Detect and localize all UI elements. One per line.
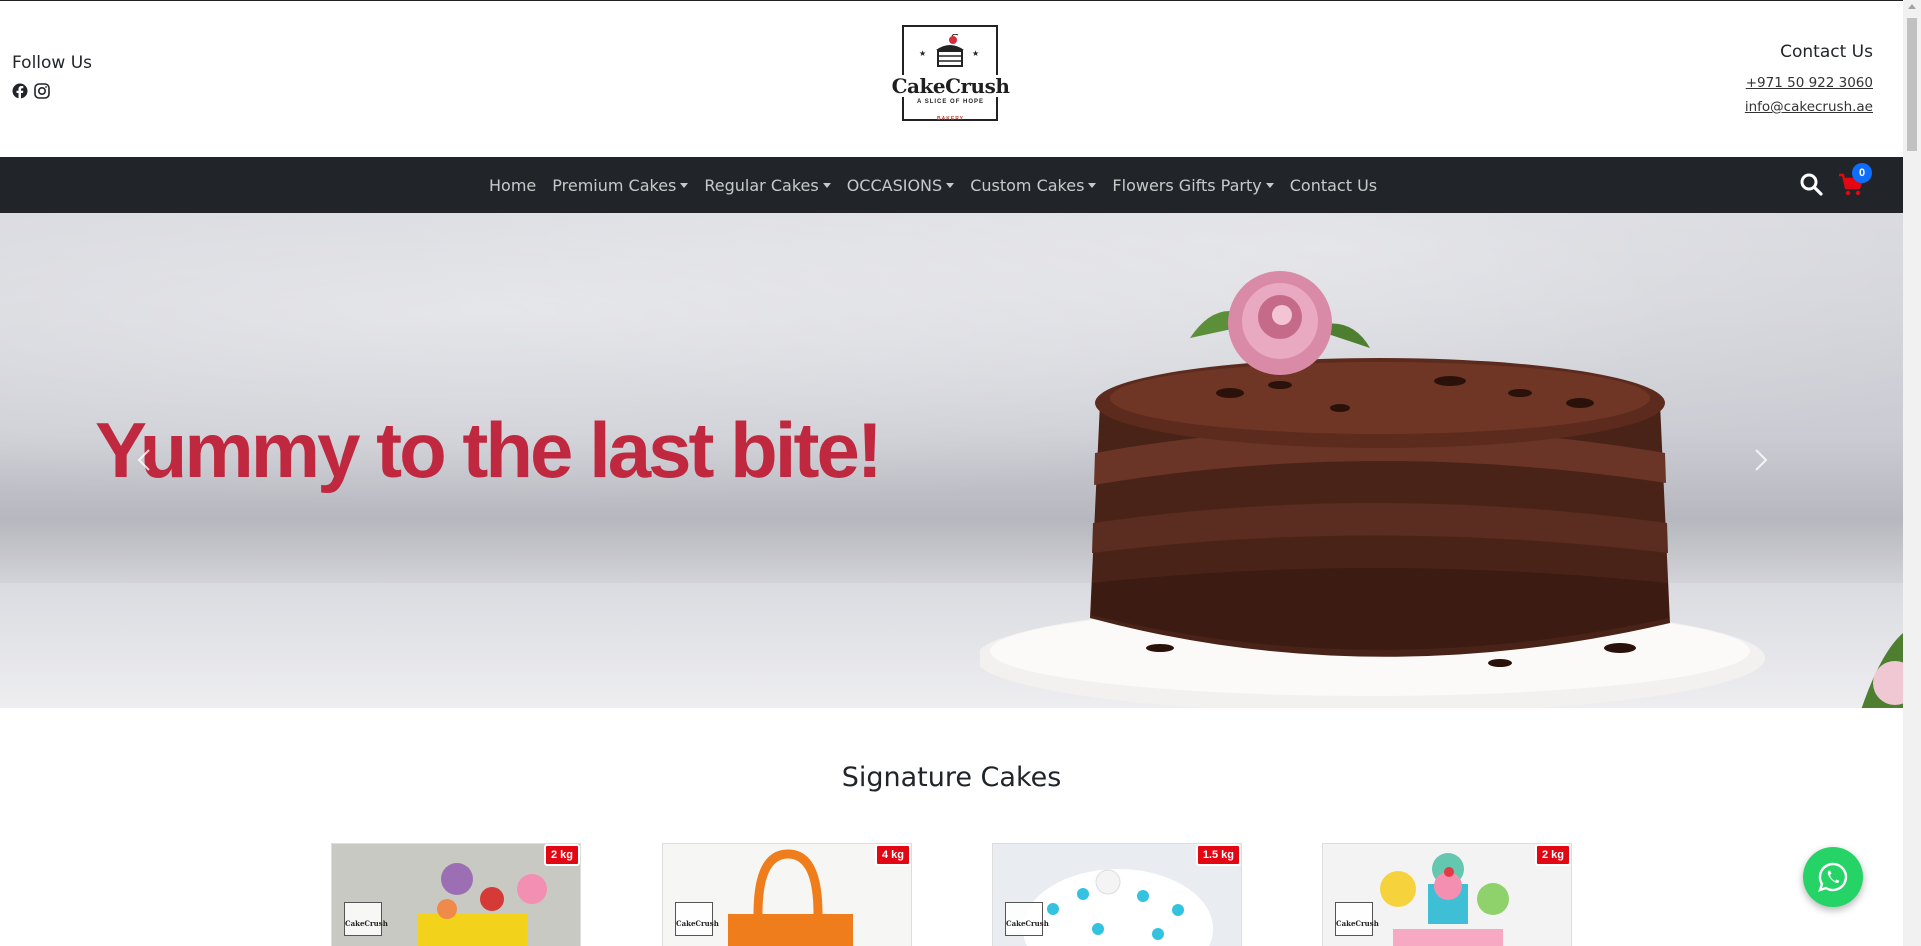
follow-us-title: Follow Us (12, 53, 93, 73)
svg-text:★: ★ (919, 49, 926, 58)
card-logo-text: CakeCrush (345, 919, 388, 928)
product-card[interactable]: CakeCrush 2 kg (1322, 843, 1572, 946)
nav-item-occasions[interactable]: OCCASIONS (839, 176, 962, 195)
caret-down-icon (1265, 182, 1274, 188)
phone-link[interactable]: +971 50 922 3060 (1745, 75, 1873, 91)
logo-tagline: A SLICE OF HOPE (916, 99, 985, 105)
nav-label: Contact Us (1289, 175, 1378, 195)
cakecrush-logo[interactable]: ★ ★ CakeCrush A SLICE OF HOPE BAKERY (886, 24, 1015, 122)
product-card[interactable]: CakeCrush 1.5 kg (992, 843, 1242, 946)
nav-label: Flowers Gifts Party (1112, 175, 1262, 195)
nav-label: Regular Cakes (704, 175, 819, 195)
product-card[interactable]: CakeCrush 4 kg (662, 843, 912, 946)
weight-badge: 4 kg (874, 844, 911, 866)
nav-menu: Home Premium Cakes Regular Cakes OCCASIO… (481, 157, 1385, 213)
cake-logo-icon: ★ ★ (919, 34, 979, 67)
social-links (12, 83, 92, 99)
card-logo: CakeCrush (344, 902, 388, 936)
card-logo-text: CakeCrush (1336, 919, 1379, 928)
caret-down-icon (1088, 182, 1097, 188)
cart-button[interactable]: 0 (1837, 163, 1872, 198)
hero-carousel: Yummy to the last bite! (0, 213, 1903, 708)
nav-label: Custom Cakes (970, 175, 1085, 195)
top-header: Follow Us ★ ★ CakeCrush A SLICE OF HOPE … (0, 0, 1903, 157)
follow-us: Follow Us (12, 53, 92, 99)
hero-headline: Yummy to the last bite! (95, 406, 883, 494)
card-logo: CakeCrush (675, 902, 719, 936)
signature-cakes-title: Signature Cakes (841, 762, 1062, 793)
nav-item-home[interactable]: Home (481, 176, 544, 195)
page-scrollbar[interactable] (1903, 0, 1921, 946)
facebook-icon[interactable] (12, 83, 28, 99)
weight-badge: 2 kg (1534, 844, 1571, 866)
whatsapp-button[interactable] (1803, 847, 1863, 907)
product-card[interactable]: CakeCrush 2 kg (331, 843, 581, 946)
caret-down-icon (946, 182, 955, 188)
caret-down-icon (680, 182, 689, 188)
nav-label: OCCASIONS (846, 175, 943, 195)
nav-label: Premium Cakes (552, 175, 677, 195)
nav-item-custom-cakes[interactable]: Custom Cakes (962, 176, 1104, 195)
card-logo: CakeCrush (1005, 902, 1049, 936)
nav-item-premium-cakes[interactable]: Premium Cakes (544, 176, 696, 195)
contact-block: Contact Us +971 50 922 3060 info@cakecru… (1745, 42, 1873, 123)
caret-down-icon (822, 182, 831, 188)
scroll-thumb[interactable] (1907, 18, 1917, 151)
whatsapp-icon (1818, 862, 1848, 892)
email-link[interactable]: info@cakecrush.ae (1745, 99, 1873, 115)
svg-text:★: ★ (972, 49, 979, 58)
carousel-next-button[interactable] (1745, 445, 1775, 475)
contact-title: Contact Us (1780, 42, 1873, 62)
cart-count-badge: 0 (1852, 163, 1872, 183)
nav-actions: 0 (1799, 163, 1872, 198)
chevron-right-icon (1755, 449, 1768, 471)
logo-subtitle: BAKERY (937, 116, 964, 122)
weight-badge: 1.5 kg (1195, 844, 1241, 866)
nav-item-contact-us[interactable]: Contact Us (1282, 176, 1385, 195)
search-icon[interactable] (1799, 172, 1823, 196)
chevron-left-icon (137, 449, 150, 471)
logo-name: CakeCrush (886, 75, 1015, 97)
scroll-up-arrow-icon[interactable] (1908, 4, 1916, 9)
card-logo: CakeCrush (1335, 902, 1379, 936)
card-logo-text: CakeCrush (1006, 919, 1049, 928)
weight-badge: 2 kg (543, 844, 580, 866)
instagram-icon[interactable] (34, 83, 50, 99)
carousel-prev-button[interactable] (130, 445, 160, 475)
nav-item-flowers-gifts-party[interactable]: Flowers Gifts Party (1104, 176, 1281, 195)
card-logo-text: CakeCrush (676, 919, 719, 928)
main-navbar: Home Premium Cakes Regular Cakes OCCASIO… (0, 157, 1903, 213)
nav-label: Home (489, 175, 537, 195)
nav-item-regular-cakes[interactable]: Regular Cakes (696, 176, 838, 195)
chocolate-cake-image (980, 271, 1903, 708)
